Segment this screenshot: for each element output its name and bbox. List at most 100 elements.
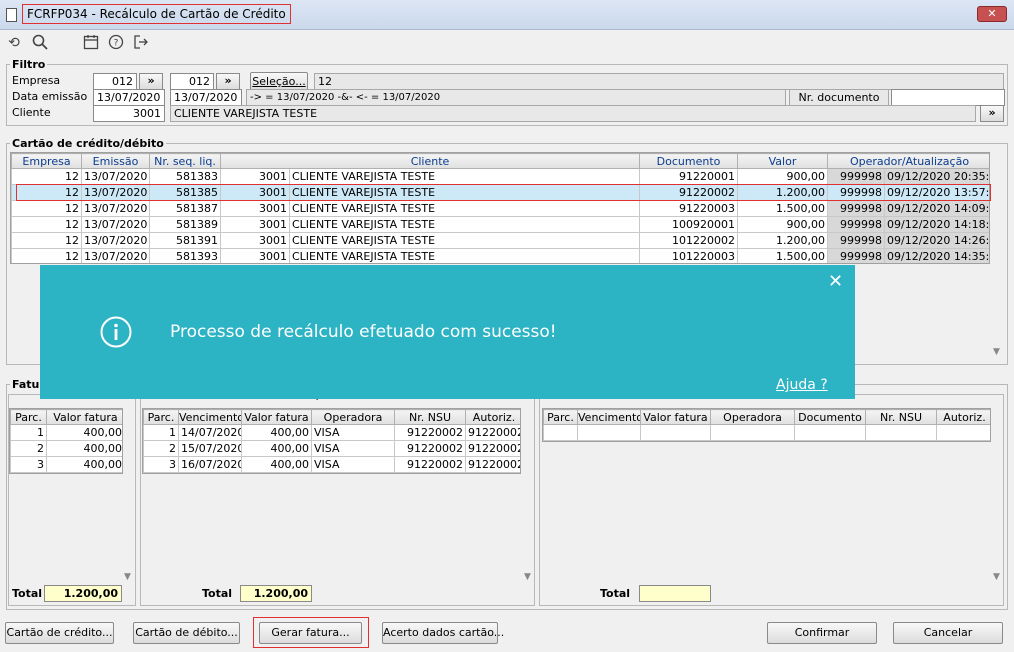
col-valor[interactable]: Valor bbox=[737, 153, 828, 169]
cliente-grid[interactable]: Parc. Valor fatura 1 400,00 2 400,00 3 400,… bbox=[9, 408, 123, 474]
col-nr-nsu[interactable]: Nr. NSU bbox=[865, 409, 937, 425]
cell-emissao: 13/07/2020 bbox=[81, 168, 150, 185]
col-nr-seq[interactable]: Nr. seq. liq. bbox=[149, 153, 221, 169]
col-operadora[interactable]: Operadora bbox=[311, 409, 395, 425]
table-row[interactable]: 12 13/07/2020 581383 3001 CLIENTE VAREJI… bbox=[11, 168, 989, 185]
search-icon[interactable] bbox=[31, 34, 49, 52]
operadora-grid[interactable]: Parc. Vencimento Valor fatura Operadora … bbox=[142, 408, 521, 474]
table-row[interactable]: 2 400,00 bbox=[10, 440, 122, 457]
cliente-total-value: 1.200,00 bbox=[44, 585, 122, 602]
col-emissao[interactable]: Emissão bbox=[81, 153, 150, 169]
gerar-fatura-button[interactable]: Gerar fatura... bbox=[259, 622, 362, 644]
col-operador[interactable]: Operador/Atualização bbox=[827, 153, 989, 169]
table-row[interactable]: 12 13/07/2020 581393 3001 CLIENTE VAREJI… bbox=[11, 248, 989, 263]
toast-close-icon[interactable]: ✕ bbox=[828, 271, 843, 292]
col-autoriz[interactable]: Autoriz. bbox=[936, 409, 990, 425]
cell-documento: 91220003 bbox=[639, 200, 738, 217]
cell-seq: 581387 bbox=[149, 200, 221, 217]
acerto-dados-cartao-button[interactable]: Acerto dados cartão... bbox=[382, 622, 504, 644]
cartao-label: Cartão de crédito/débito bbox=[10, 137, 166, 150]
cell-cliente-name: CLIENTE VAREJISTA TESTE bbox=[289, 232, 640, 249]
table-row[interactable]: 12 13/07/2020 581387 3001 CLIENTE VAREJI… bbox=[11, 200, 989, 217]
empresa-lookup-button-2[interactable]: » bbox=[216, 73, 240, 90]
table-row[interactable]: 1 14/07/2020 400,00 VISA 91220002 912200… bbox=[143, 424, 520, 441]
cell-empresa: 12 bbox=[11, 232, 82, 249]
cliente-total-label: Total bbox=[12, 587, 43, 600]
col-parc[interactable]: Parc. bbox=[143, 409, 179, 425]
help-icon[interactable]: ? bbox=[107, 34, 125, 52]
cell-parc: 1 bbox=[143, 424, 179, 441]
cell-nsu: 91220002 bbox=[394, 456, 466, 473]
table-row[interactable]: 3 400,00 bbox=[10, 456, 122, 473]
cell-atualizacao: 09/12/2020 14:18:45 bbox=[884, 216, 989, 233]
col-valor-fatura[interactable]: Valor fatura bbox=[241, 409, 312, 425]
close-window-button[interactable]: ✕ bbox=[977, 6, 1007, 22]
col-vencimento[interactable]: Vencimento bbox=[577, 409, 641, 425]
cell-valor: 400,00 bbox=[46, 440, 122, 457]
cell-operadora: VISA bbox=[311, 424, 395, 441]
data-emissao-to[interactable]: 13/07/2020 bbox=[170, 89, 242, 106]
cell-atualizacao: 09/12/2020 14:09:42 bbox=[884, 200, 989, 217]
cell-operador: 999998 bbox=[827, 248, 885, 263]
chevron-down-icon[interactable]: ▼ bbox=[993, 347, 1000, 357]
col-parc[interactable]: Parc. bbox=[10, 409, 47, 425]
cell-documento: 101220002 bbox=[639, 232, 738, 249]
table-row[interactable]: 1 400,00 bbox=[10, 424, 122, 441]
col-empresa[interactable]: Empresa bbox=[11, 153, 82, 169]
empresa-lookup-button[interactable]: » bbox=[139, 73, 163, 90]
calendar-icon[interactable] bbox=[82, 34, 100, 52]
cartao-grid[interactable]: Empresa Emissão Nr. seq. liq. Cliente Do… bbox=[10, 152, 990, 264]
nr-documento-field[interactable] bbox=[891, 89, 1005, 106]
cell-atualizacao: 09/12/2020 14:35:24 bbox=[884, 248, 989, 263]
undo-icon[interactable]: ⟲ bbox=[5, 34, 23, 52]
data-emissao-from[interactable]: 13/07/2020 bbox=[93, 89, 165, 106]
cell-vencimento: 14/07/2020 bbox=[178, 424, 242, 441]
col-operadora[interactable]: Operadora bbox=[710, 409, 795, 425]
col-autoriz[interactable]: Autoriz. bbox=[465, 409, 520, 425]
cartao-debito-button[interactable]: Cartão de débito... bbox=[133, 622, 240, 644]
cell-seq: 581383 bbox=[149, 168, 221, 185]
cell-cliente-code: 3001 bbox=[220, 232, 290, 249]
cell-parc: 1 bbox=[10, 424, 47, 441]
chevron-down-icon[interactable]: ▼ bbox=[524, 572, 531, 582]
cliente-lookup-button[interactable]: » bbox=[980, 105, 1004, 122]
col-nr-nsu[interactable]: Nr. NSU bbox=[394, 409, 466, 425]
col-vencimento[interactable]: Vencimento bbox=[178, 409, 242, 425]
cartao-credito-button[interactable]: Cartão de crédito... bbox=[5, 622, 114, 644]
cancelar-button[interactable]: Cancelar bbox=[893, 622, 1003, 644]
cliente-code-field[interactable]: 3001 bbox=[93, 105, 165, 122]
chevron-down-icon[interactable]: ▼ bbox=[124, 572, 131, 582]
cell-valor: 400,00 bbox=[241, 424, 312, 441]
col-parc[interactable]: Parc. bbox=[543, 409, 578, 425]
cell-operador: 999998 bbox=[827, 200, 885, 217]
table-row[interactable]: 2 15/07/2020 400,00 VISA 91220002 912200… bbox=[143, 440, 520, 457]
cell-cliente-code: 3001 bbox=[220, 248, 290, 263]
operadora-total-label: Total bbox=[202, 587, 233, 600]
col-valor-fatura[interactable]: Valor fatura bbox=[640, 409, 711, 425]
toast-help-link[interactable]: Ajuda ? bbox=[776, 377, 828, 393]
recalculada-grid[interactable]: Parc. Vencimento Valor fatura Operadora … bbox=[542, 408, 991, 442]
cell-documento: 100920001 bbox=[639, 216, 738, 233]
empresa-field-2[interactable]: 012 bbox=[170, 73, 214, 90]
filtro-label: Filtro bbox=[10, 58, 48, 71]
info-icon bbox=[100, 316, 132, 348]
col-documento[interactable]: Documento bbox=[639, 153, 738, 169]
exit-icon[interactable] bbox=[132, 34, 150, 52]
nr-documento-label: Nr. documento bbox=[789, 89, 889, 106]
col-cliente[interactable]: Cliente bbox=[220, 153, 640, 169]
col-documento[interactable]: Documento bbox=[794, 409, 866, 425]
col-valor-fatura[interactable]: Valor fatura bbox=[46, 409, 122, 425]
data-expression: -> = 13/07/2020 -&- <- = 13/07/2020 bbox=[246, 89, 786, 106]
chevron-down-icon[interactable]: ▼ bbox=[993, 572, 1000, 582]
cell-empresa: 12 bbox=[11, 200, 82, 217]
cell-operadora: VISA bbox=[311, 456, 395, 473]
table-row[interactable]: 12 13/07/2020 581391 3001 CLIENTE VAREJI… bbox=[11, 232, 989, 249]
cell-valor: 900,00 bbox=[737, 168, 828, 185]
table-row-empty[interactable] bbox=[543, 424, 990, 441]
selecao-value: 12 bbox=[314, 73, 1004, 90]
empresa-field[interactable]: 012 bbox=[93, 73, 137, 90]
cell-nsu: 91220002 bbox=[394, 424, 466, 441]
table-row[interactable]: 12 13/07/2020 581389 3001 CLIENTE VAREJI… bbox=[11, 216, 989, 233]
confirmar-button[interactable]: Confirmar bbox=[767, 622, 877, 644]
table-row[interactable]: 3 16/07/2020 400,00 VISA 91220002 912200… bbox=[143, 456, 520, 473]
